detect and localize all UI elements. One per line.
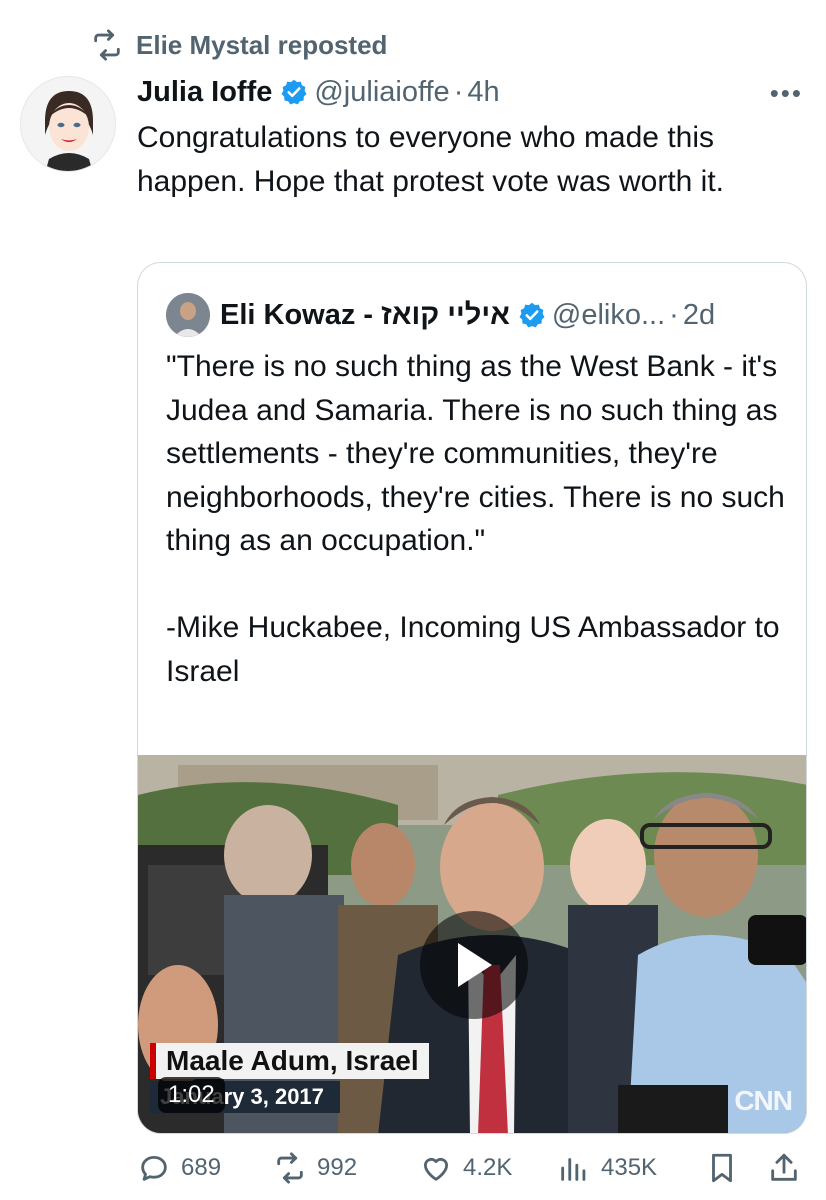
- tweet-actions: 689 992 4.2K 435K: [137, 1148, 807, 1188]
- play-button[interactable]: [420, 911, 528, 1019]
- quoted-author-avatar[interactable]: [166, 293, 210, 337]
- chyron-location: Maale Adum, Israel: [150, 1043, 429, 1079]
- separator-dot: ·: [453, 75, 464, 108]
- quoted-timestamp[interactable]: 2d: [683, 299, 715, 332]
- repost-icon: [277, 1152, 303, 1184]
- like-count: 4.2K: [463, 1154, 513, 1181]
- avatar-illustration: [21, 77, 115, 171]
- author-handle[interactable]: @juliaioffe: [314, 76, 449, 109]
- reply-icon: [141, 1155, 167, 1181]
- quoted-author-handle[interactable]: @eliko...: [552, 299, 665, 332]
- tweet-header: Julia Ioffe @juliaioffe · 4h: [137, 72, 805, 112]
- repost-icon: [94, 29, 120, 61]
- view-count: 435K: [601, 1154, 658, 1181]
- quoted-tweet[interactable]: Eli Kowaz - איליי קואז @eliko... · 2d "T…: [137, 262, 807, 1134]
- views-button[interactable]: 435K: [557, 1148, 657, 1188]
- cnn-logo: CNN: [734, 1085, 793, 1116]
- repost-indicator[interactable]: Elie Mystal reposted: [90, 28, 387, 62]
- analytics-icon: [561, 1158, 586, 1181]
- bookmark-icon: [712, 1153, 732, 1183]
- like-button[interactable]: 4.2K: [419, 1148, 512, 1188]
- tweet-text: Congratulations to everyone who made thi…: [137, 121, 725, 198]
- separator-dot: ·: [669, 298, 679, 331]
- verified-badge-icon: [281, 79, 307, 105]
- tweet-timestamp[interactable]: 4h: [467, 76, 499, 109]
- quoted-avatar-illustration: [166, 293, 210, 337]
- share-icon: [771, 1153, 797, 1181]
- bookmark-button[interactable]: [705, 1148, 739, 1188]
- more-options-icon[interactable]: •••: [770, 78, 803, 109]
- repost-count: 992: [317, 1154, 358, 1181]
- verified-badge-icon: [519, 302, 545, 328]
- share-button[interactable]: [767, 1148, 801, 1188]
- author-name[interactable]: Julia Ioffe: [137, 76, 272, 109]
- reply-count: 689: [181, 1154, 222, 1181]
- quoted-author-name[interactable]: Eli Kowaz - איליי קואז: [220, 299, 510, 332]
- tweet[interactable]: Julia Ioffe @juliaioffe · 4h ••• Congrat…: [137, 72, 805, 204]
- video-player[interactable]: Maale Adum, Israel January 3, 2017 1:02 …: [138, 755, 806, 1133]
- repost-button[interactable]: 992: [273, 1148, 357, 1188]
- heart-icon: [423, 1157, 449, 1181]
- play-icon: [458, 943, 492, 987]
- quoted-tweet-text: "There is no such thing as the West Bank…: [166, 350, 785, 688]
- video-duration: 1:02: [158, 1077, 225, 1113]
- reply-button[interactable]: 689: [137, 1148, 221, 1188]
- author-avatar[interactable]: [20, 76, 116, 172]
- quoted-tweet-header: Eli Kowaz - איליי קואז @eliko... · 2d: [166, 293, 715, 337]
- repost-label: Elie Mystal reposted: [136, 29, 388, 60]
